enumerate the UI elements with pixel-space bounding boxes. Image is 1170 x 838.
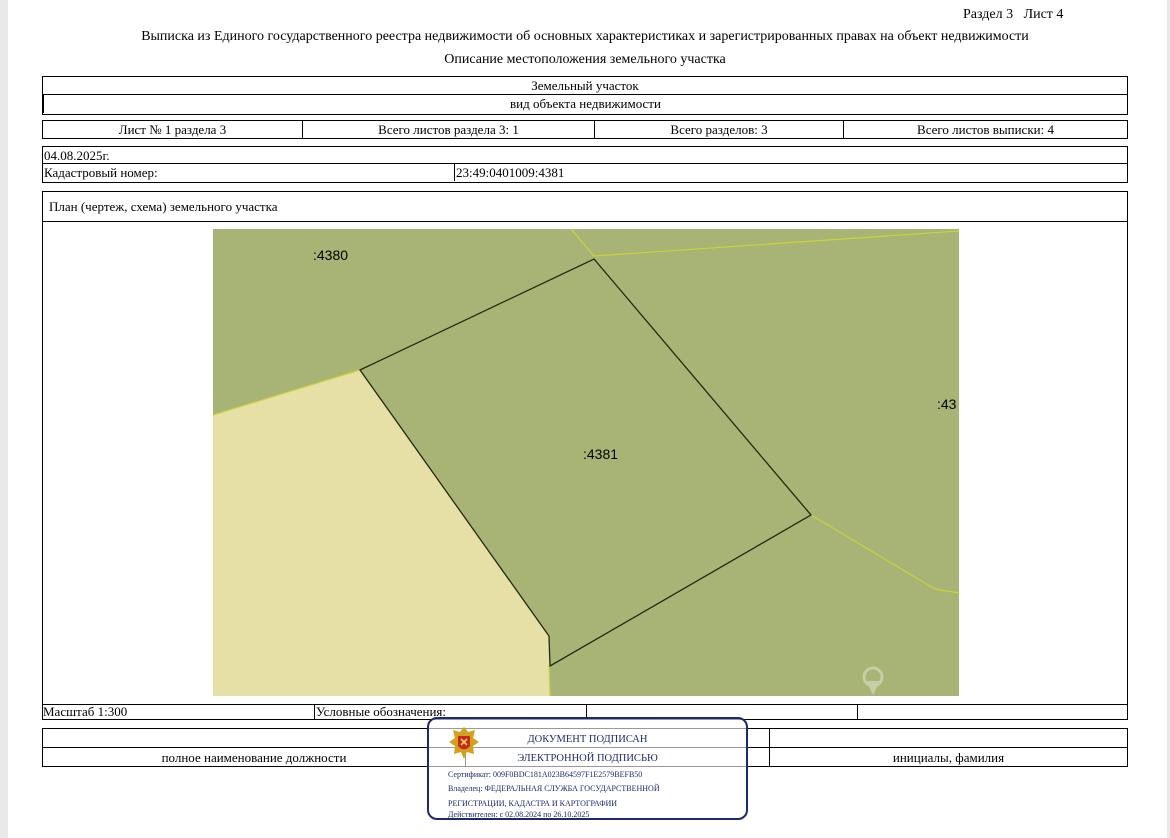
document-subtitle: Описание местоположения земельного участ… [444, 52, 726, 67]
section-sheet-header: Раздел 3 Лист 4 [963, 6, 1063, 23]
cadastral-label: Кадастровый номер: [44, 165, 158, 180]
electronic-signature-stamp: ДОКУМЕНТ ПОДПИСАН ЭЛЕКТРОННОЙ ПОДПИСЬЮ С… [427, 717, 748, 820]
plan-title-row: План (чертеж, схема) земельного участка [42, 191, 1128, 222]
name-caption: инициалы, фамилия [769, 748, 1127, 766]
stamp-valid: Действителен: с 02.08.2024 по 26.10.2025 [448, 810, 590, 819]
position-caption: полное наименование должности [161, 750, 347, 765]
page-left-edge [0, 0, 8, 838]
document-title: Выписка из Единого государственного реес… [141, 29, 1029, 44]
name-cell [769, 729, 1127, 747]
stamp-certificate: Сертификат: 009F0BDC181A023B64597F1E2579… [448, 770, 643, 779]
section-label: Раздел 3 [963, 7, 1014, 22]
total-sections: Всего разделов: 3 [594, 121, 843, 138]
stamp-owner-1: Владелец: ФЕДЕРАЛЬНАЯ СЛУЖБА ГОСУДАРСТВЕ… [448, 784, 660, 793]
parcel-map-svg [213, 229, 959, 696]
total-extract-sheets: Всего листов выписки: 4 [843, 121, 1127, 138]
sheet-number: Лист № 1 раздела 3 [118, 122, 227, 137]
stamp-owner-2: РЕГИСТРАЦИИ, КАДАСТРА И КАРТОГРАФИИ [448, 799, 618, 808]
info-block: 04.08.2025г. Кадастровый номер: 23:49:04… [42, 146, 1128, 183]
sheets-row: Лист № 1 раздела 3 Всего листов раздела … [42, 120, 1128, 139]
neighbor-label-4380: :4380 [313, 247, 349, 263]
neighbor-label-right: :43 [937, 396, 957, 412]
cadastral-number: 23:49:0401009:4381 [454, 164, 1127, 181]
stamp-line-2: ЭЛЕКТРОННОЙ ПОДПИСЬЮ [517, 753, 658, 764]
plan-title: План (чертеж, схема) земельного участка [49, 199, 278, 214]
scale-label: Масштаб 1:300 [43, 705, 128, 719]
extract-date: 04.08.2025г. [43, 147, 1127, 164]
stamp-line-1: ДОКУМЕНТ ПОДПИСАН [527, 734, 648, 745]
legend-cell-empty-2 [857, 705, 1127, 719]
object-type-block: Земельный участок вид объекта недвижимос… [42, 76, 1128, 115]
parcel-label-4381: :4381 [583, 446, 619, 462]
sheet-label: Лист 4 [1023, 7, 1064, 22]
total-section-sheets: Всего листов раздела 3: 1 [302, 121, 594, 138]
object-type-caption: вид объекта недвижимости [43, 95, 1127, 113]
position-cell [43, 729, 465, 747]
parcel-map: :4380 :4381 :43 [213, 229, 959, 696]
object-type: Земельный участок [43, 77, 1127, 95]
